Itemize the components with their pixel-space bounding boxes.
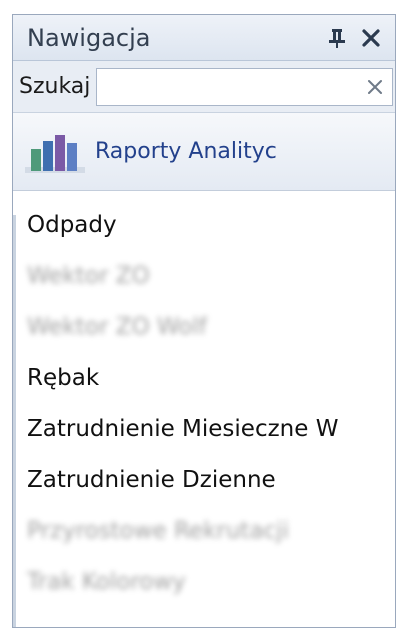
search-box[interactable] (96, 67, 394, 106)
clear-icon[interactable] (358, 70, 392, 104)
list-item[interactable]: Odpady (13, 199, 395, 250)
list-item[interactable]: Trak Kolorowy (13, 556, 395, 607)
list-item[interactable]: Zatrudnienie Miesieczne W (13, 403, 395, 454)
list-item[interactable]: Wektor ZO (13, 250, 395, 301)
search-label: Szukaj (19, 74, 91, 99)
panel-title: Nawigacja (27, 23, 151, 52)
search-row: Szukaj (13, 61, 395, 113)
panel-titlebar: Nawigacja (13, 15, 395, 61)
group-title: Raporty Analityc (95, 139, 277, 164)
list-item[interactable]: Przyrostowe Rekrutacji (13, 505, 395, 556)
navigation-panel: Nawigacja Szukaj Raporty Analityc Odpady… (12, 14, 396, 628)
bar-chart-icon (23, 129, 89, 175)
group-header-raporty[interactable]: Raporty Analityc (13, 113, 395, 191)
list-item[interactable]: Wektor ZO Wolf (13, 301, 395, 352)
report-list: Odpady Wektor ZO Wektor ZO Wolf Rębak Za… (13, 191, 395, 607)
list-item[interactable]: Rębak (13, 352, 395, 403)
pin-icon[interactable] (323, 24, 351, 52)
close-icon[interactable] (357, 24, 385, 52)
list-item[interactable]: Zatrudnienie Dzienne (13, 454, 395, 505)
panel-left-edge (13, 215, 16, 627)
search-input[interactable] (97, 74, 359, 99)
